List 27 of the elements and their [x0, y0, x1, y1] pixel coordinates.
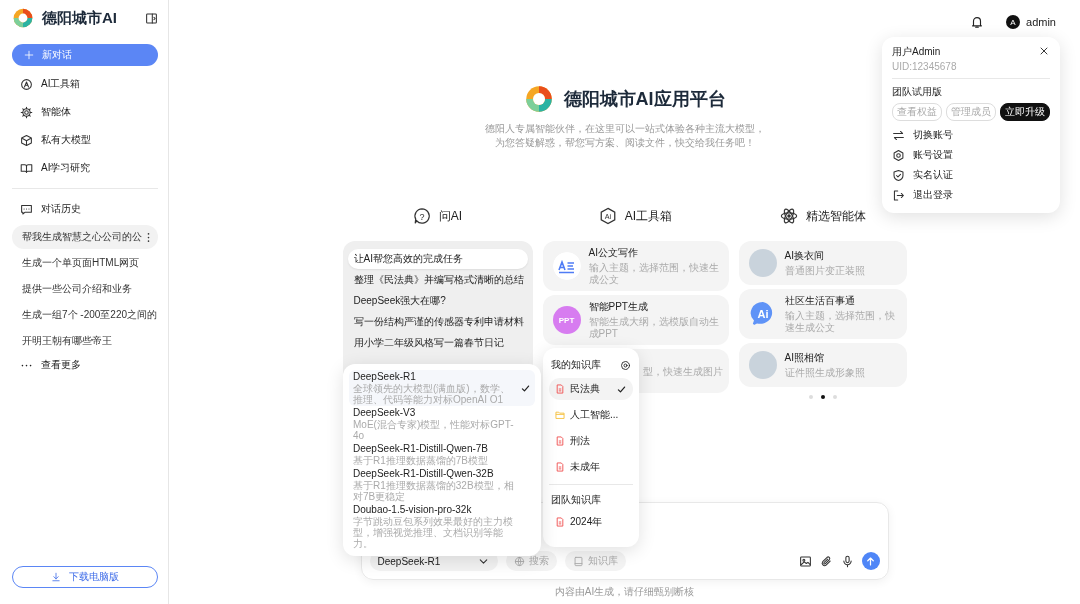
section-title: 精选智能体 [805, 207, 866, 225]
popup-title: 团队知识库 [550, 493, 602, 507]
card-title: AI公文写作 [588, 246, 639, 260]
card-description: 型，快速生成图片 [642, 366, 723, 378]
card-title: AI换衣间 [784, 249, 825, 263]
user-id: UID:12345678 [892, 61, 957, 72]
user-name: 用户Admin [892, 45, 942, 59]
ppt-icon: PPT [552, 306, 581, 334]
plan-label: 团队试用版 [892, 85, 943, 99]
section-title: AI工具箱 [624, 207, 673, 225]
hero-title: 德阳城市AI应用平台 [563, 88, 726, 111]
question-bubble-icon: ? [412, 207, 431, 225]
app-title: 德阳城市AI [42, 8, 118, 28]
card-title: 社区生活百事通 [784, 294, 856, 308]
card-description: 证件照生成形象照 [784, 367, 865, 379]
disclaimer-text: 内容由AI生成，请仔细甄别断核 [554, 585, 695, 599]
card-description: 普通图片变正装照 [784, 265, 865, 277]
card-description: 输入主题，选择范围，快速生成公文 [784, 310, 896, 334]
card-title: AI照相馆 [784, 351, 825, 365]
card-description: 输入主题，选择范围，快速生成公文 [588, 262, 719, 286]
history-header: 对话历史 [12, 195, 158, 223]
hexagon-badge-icon: Ai [598, 207, 617, 225]
section-title: 问AI [438, 207, 463, 225]
card-description: 智能生成大纲，选模版自动生成PPT [588, 316, 719, 340]
popup-title: 我的知识库 [551, 358, 601, 372]
card-title: 智能PPT生成 [588, 300, 649, 314]
avatar: A [1006, 15, 1021, 29]
